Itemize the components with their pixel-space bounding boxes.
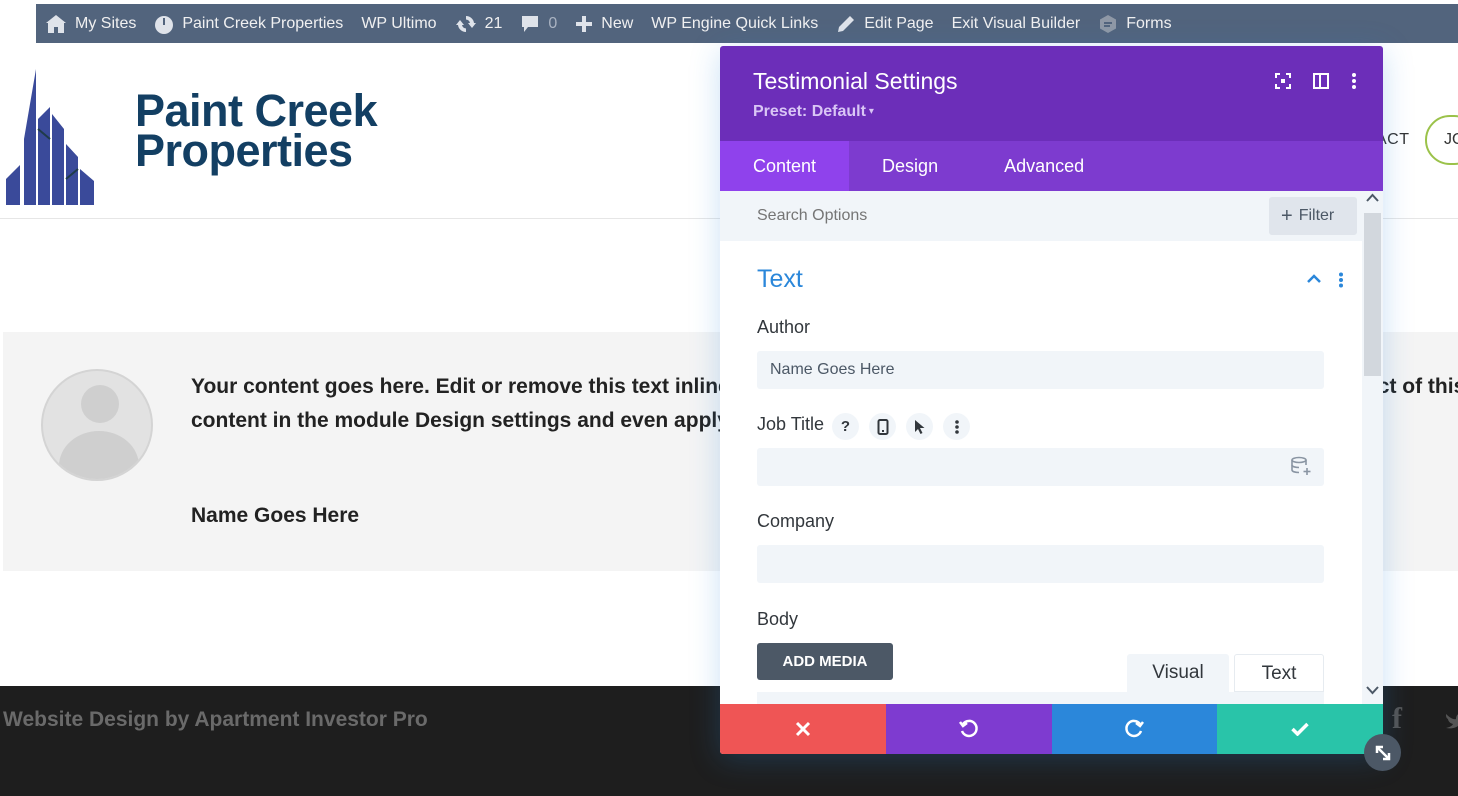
editor-tab-text[interactable]: Text	[1234, 654, 1324, 692]
job-title-label: Job Title	[757, 414, 825, 434]
footer-credit: Website Design by Apartment Investor Pro	[3, 708, 428, 731]
plus-icon: +	[1281, 205, 1293, 227]
tab-advanced[interactable]: Advanced	[971, 141, 1117, 191]
plus-icon	[576, 15, 593, 32]
pencil-icon	[838, 15, 855, 32]
save-button[interactable]	[1217, 704, 1383, 754]
resize-icon	[1375, 745, 1390, 760]
editor-tab-visual[interactable]: Visual	[1127, 654, 1229, 692]
my-sites-icon	[46, 14, 66, 33]
wp-ultimo-label: WP Ultimo	[361, 14, 437, 32]
wp-engine-label: WP Engine Quick Links	[651, 14, 819, 32]
updates-icon	[455, 15, 476, 32]
discard-button[interactable]	[720, 704, 886, 754]
job-title-tools: ?	[832, 413, 970, 440]
resize-handle[interactable]	[1364, 734, 1401, 771]
updates-count: 21	[484, 14, 503, 32]
site-name-label: Paint Creek Properties	[182, 14, 344, 32]
avatar-head	[81, 385, 119, 423]
close-icon	[795, 721, 810, 737]
filter-button[interactable]: + Filter	[1269, 197, 1357, 235]
scrollbar-thumb[interactable]	[1364, 213, 1381, 376]
body-label: Body	[757, 609, 799, 629]
fullscreen-icon[interactable]	[1275, 73, 1291, 89]
forms-label: Forms	[1126, 14, 1172, 32]
wp-admin-bar: My Sites Paint Creek Properties WP Ultim…	[36, 4, 1458, 43]
chevron-up-icon[interactable]	[1307, 273, 1321, 283]
exit-visual-builder-link[interactable]: Exit Visual Builder	[943, 4, 1090, 43]
my-sites-label: My Sites	[75, 14, 137, 32]
preset-selector[interactable]: Preset: Default ▾	[753, 103, 1383, 121]
forms-menu[interactable]: Forms	[1089, 4, 1180, 43]
site-title[interactable]: Paint Creek Properties	[135, 88, 378, 176]
split-view-icon[interactable]	[1313, 73, 1329, 89]
building-logo-icon[interactable]	[4, 69, 96, 205]
wp-ultimo-menu[interactable]: WP Ultimo	[352, 4, 445, 43]
section-title-text[interactable]: Text	[757, 265, 803, 294]
filter-label: Filter	[1298, 207, 1335, 224]
mobile-icon[interactable]	[869, 413, 896, 440]
comment-icon	[522, 15, 539, 32]
redo-button[interactable]	[1051, 704, 1218, 754]
updates-menu[interactable]: 21	[446, 4, 512, 43]
modal-tabs: Content Design Advanced	[720, 141, 1383, 191]
section-more-icon[interactable]	[1338, 272, 1344, 288]
company-input[interactable]	[757, 545, 1324, 583]
modal-header-icons	[1275, 72, 1357, 90]
add-media-button[interactable]: ADD MEDIA	[757, 643, 893, 680]
caret-down-icon: ▾	[868, 106, 874, 118]
avatar	[41, 369, 153, 481]
wp-engine-menu[interactable]: WP Engine Quick Links	[642, 4, 827, 43]
comments-menu[interactable]: 0	[511, 4, 566, 43]
hover-cursor-icon[interactable]	[906, 413, 933, 440]
company-label: Company	[757, 511, 835, 531]
author-label: Author	[757, 317, 811, 337]
checkmark-icon	[1291, 722, 1309, 736]
modal-header[interactable]: Testimonial Settings Preset: Default ▾	[720, 46, 1383, 141]
redo-icon	[1125, 719, 1145, 738]
site-name-menu[interactable]: Paint Creek Properties	[145, 4, 352, 43]
search-options-input[interactable]	[757, 207, 1157, 225]
edit-page-label: Edit Page	[864, 14, 934, 32]
tab-design[interactable]: Design	[849, 141, 971, 191]
edit-page-link[interactable]: Edit Page	[827, 4, 942, 43]
more-options-icon[interactable]	[1351, 72, 1357, 90]
exit-builder-label: Exit Visual Builder	[951, 14, 1081, 32]
modal-footer	[720, 704, 1383, 754]
scrollbar[interactable]	[1362, 191, 1383, 704]
field-more-icon[interactable]	[943, 413, 970, 440]
nav-join-button[interactable]: JO	[1425, 115, 1458, 165]
preset-label: Preset: Default	[753, 103, 866, 120]
avatar-body	[59, 431, 139, 479]
new-label: New	[601, 14, 634, 32]
tab-content[interactable]: Content	[720, 141, 850, 191]
forms-icon	[1100, 14, 1117, 33]
site-title-line2: Properties	[135, 125, 353, 176]
undo-button[interactable]	[885, 704, 1052, 754]
settings-content: Text Author Name Goes Here Job Title ? C…	[720, 241, 1362, 712]
help-icon[interactable]: ?	[832, 413, 859, 440]
testimonial-settings-modal: Testimonial Settings Preset: Default ▾ Co…	[720, 46, 1383, 754]
job-title-input[interactable]	[757, 448, 1324, 486]
scroll-up-icon[interactable]	[1366, 193, 1379, 203]
facebook-icon[interactable]: f	[1392, 702, 1402, 736]
dashboard-icon	[155, 15, 174, 34]
comments-count: 0	[548, 14, 558, 32]
my-sites-menu[interactable]: My Sites	[36, 4, 145, 43]
author-input[interactable]: Name Goes Here	[757, 351, 1324, 389]
twitter-icon[interactable]	[1444, 708, 1458, 732]
dynamic-content-icon[interactable]	[1290, 456, 1312, 476]
search-bar: + Filter	[720, 191, 1383, 241]
testimonial-author[interactable]: Name Goes Here	[191, 504, 359, 528]
new-content-menu[interactable]: New	[566, 4, 642, 43]
scroll-down-icon[interactable]	[1366, 685, 1379, 695]
undo-icon	[958, 719, 978, 738]
